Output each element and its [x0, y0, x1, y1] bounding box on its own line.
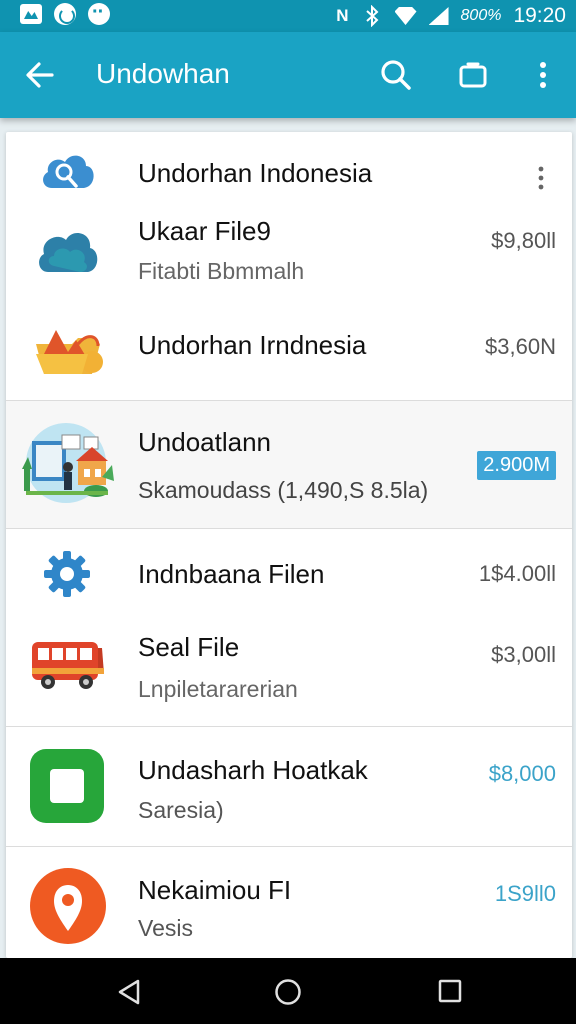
signal-icon [428, 7, 449, 25]
list-item[interactable]: Undorhan Irndnesia $3,60N [6, 300, 572, 400]
item-subtitle: Fitabti Bbmmalh [138, 258, 305, 284]
system-nav-bar [0, 958, 576, 1024]
item-subtitle: Lnpiletararerian [138, 676, 298, 702]
list-item[interactable]: Seal File Lnpiletararerian $3,00ll [6, 618, 572, 726]
bus-icon [32, 642, 104, 689]
list-item[interactable]: Undasharh Hoatkak Saresia) $8,000 [6, 726, 572, 846]
nav-home-icon[interactable] [274, 978, 302, 1006]
clock: 19:20 [513, 4, 566, 27]
list-header: Undorhan Indonesia [6, 132, 572, 212]
folder-mountain-icon [36, 330, 103, 374]
map-pin-icon [30, 868, 106, 944]
item-title: Nekaimiou FI [138, 875, 292, 905]
item-amount: 1S9ll0 [494, 881, 556, 906]
item-amount: $9,80ll [491, 228, 556, 253]
item-amount: $8,000 [488, 761, 556, 786]
status-bar: N 800% 19:20 [0, 0, 576, 32]
item-amount-badge: 2.900M [477, 451, 556, 480]
cloud-link-icon [43, 155, 94, 188]
green-square-icon [30, 749, 104, 823]
chat-icon [88, 1, 110, 25]
bluetooth-icon [365, 5, 378, 27]
list-item[interactable]: Indnbaana Filen 1$4.00ll [6, 528, 572, 618]
gear-icon [44, 551, 90, 597]
nav-recents-icon[interactable] [438, 979, 462, 1003]
item-subtitle: Skamoudass (1,490,S 8.5la) [138, 477, 429, 503]
wifi-icon [394, 7, 417, 25]
item-title: Seal File [138, 632, 240, 662]
item-title: Indnbaana Filen [138, 559, 325, 589]
gallery-icon [20, 4, 42, 24]
tablet-icon[interactable] [456, 59, 490, 93]
back-arrow-icon[interactable] [22, 57, 58, 93]
house-illustration-icon [22, 423, 114, 503]
item-amount: $3,00ll [491, 642, 556, 667]
app-title: Undowhan [96, 58, 230, 89]
nfc-icon: N [336, 6, 349, 25]
overflow-menu-icon[interactable] [534, 164, 548, 192]
item-subtitle: Saresia) [138, 797, 224, 823]
item-subtitle: Vesis [138, 915, 193, 941]
emoji-icon [54, 3, 76, 25]
file-list-card: Undorhan Indonesia Ukaar File9 Fitabti B… [6, 132, 572, 958]
search-icon[interactable] [378, 57, 414, 93]
item-title: Undasharh Hoatkak [138, 755, 368, 785]
app-bar: Undowhan [0, 32, 576, 118]
item-amount: $3,60N [485, 334, 556, 359]
item-title: Undoatlann [138, 427, 271, 457]
list-item[interactable]: Nekaimiou FI Vesis 1S9ll0 [6, 846, 572, 958]
list-item-selected[interactable]: Undoatlann Skamoudass (1,490,S 8.5la) 2.… [6, 400, 572, 528]
cloud-icon [39, 233, 98, 272]
item-title: Undorhan Irndnesia [138, 330, 367, 360]
item-amount: 1$4.00ll [478, 561, 556, 586]
list-item[interactable]: Ukaar File9 Fitabti Bbmmalh $9,80ll [6, 204, 572, 300]
more-vert-icon[interactable] [528, 57, 558, 93]
list-header-title: Undorhan Indonesia [138, 158, 373, 188]
item-title: Ukaar File9 [138, 216, 271, 246]
nav-back-icon[interactable] [116, 978, 142, 1006]
battery-level: 800% [460, 7, 502, 24]
